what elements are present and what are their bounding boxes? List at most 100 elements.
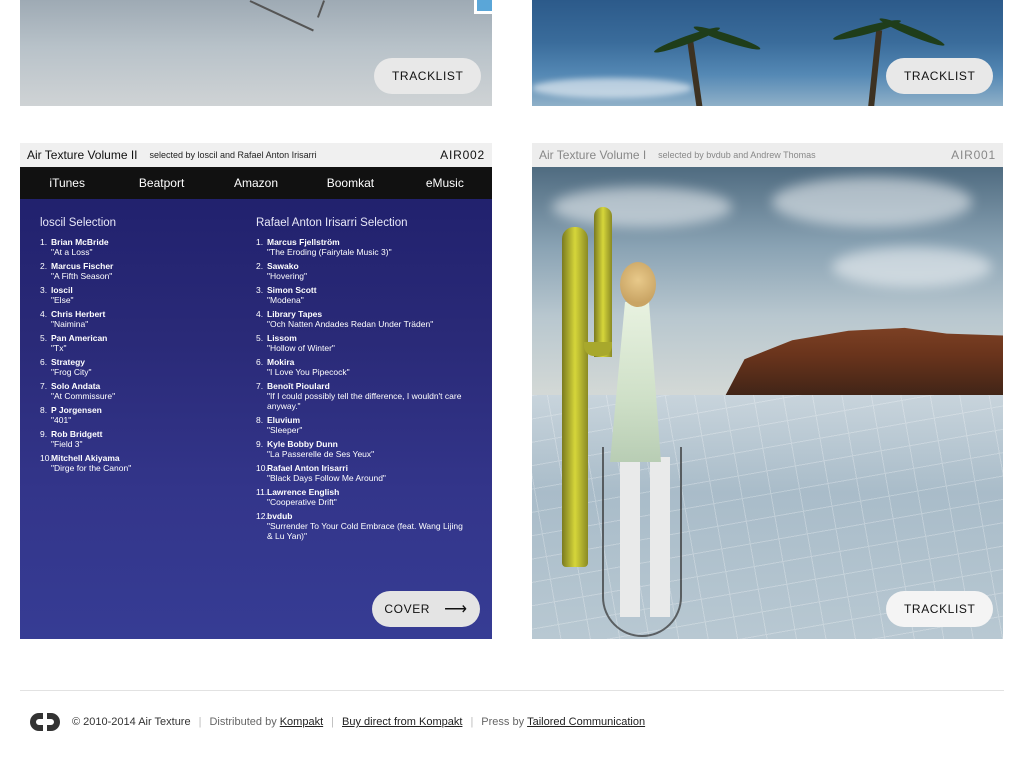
track-title: "Frog City" bbox=[51, 367, 92, 377]
track-item: 6. Mokira "I Love You Pipecock" bbox=[256, 357, 466, 377]
track-info: Lissom "Hollow of Winter" bbox=[267, 333, 335, 353]
air-texture-logo-icon[interactable] bbox=[28, 711, 62, 733]
track-artist: loscil bbox=[51, 285, 73, 295]
album-art-frame bbox=[474, 0, 492, 14]
track-number: 4. bbox=[40, 309, 48, 319]
track-item: 10. Mitchell Akiyama "Dirge for the Canon" bbox=[40, 453, 230, 473]
palm-trunk bbox=[687, 39, 703, 106]
buy-direct-link[interactable]: Buy direct from Kompakt bbox=[342, 716, 462, 728]
track-artist: Library Tapes bbox=[267, 309, 323, 319]
track-title: "If I could possibly tell the difference… bbox=[267, 391, 462, 411]
catalog-number: AIR002 bbox=[440, 148, 485, 162]
track-number: 8. bbox=[40, 405, 48, 415]
store-link-itunes[interactable]: iTunes bbox=[20, 176, 114, 190]
catalog-number: AIR001 bbox=[951, 148, 996, 162]
track-artist: Mokira bbox=[267, 357, 295, 367]
track-number: 9. bbox=[256, 439, 264, 449]
track-number: 2. bbox=[256, 261, 264, 271]
store-links-bar: iTunes Beatport Amazon Boomkat eMusic bbox=[20, 167, 492, 199]
cover-button[interactable]: COVER ⟶ bbox=[372, 591, 480, 627]
store-link-boomkat[interactable]: Boomkat bbox=[303, 176, 397, 190]
track-number: 12. bbox=[256, 511, 268, 521]
cover-button-label: COVER bbox=[384, 602, 431, 616]
track-item: 10. Rafael Anton Irisarri "Black Days Foll… bbox=[256, 463, 466, 483]
track-artist: Lissom bbox=[267, 333, 297, 343]
track-title: "Cooperative Drift" bbox=[267, 497, 337, 507]
track-item: 1. Marcus Fjellström "The Eroding (Fairyta… bbox=[256, 237, 466, 257]
track-artist: Rafael Anton Irisarri bbox=[267, 463, 348, 473]
track-item: 5. Pan American "Tx" bbox=[40, 333, 230, 353]
track-artist: Pan American bbox=[51, 333, 108, 343]
track-info: Mokira "I Love You Pipecock" bbox=[267, 357, 350, 377]
tracklist: 1. Marcus Fjellström "The Eroding (Fairyta… bbox=[256, 237, 466, 541]
track-title: "At a Loss" bbox=[51, 247, 93, 257]
album-curators: selected by bvdub and Andrew Thomas bbox=[658, 150, 816, 160]
kompakt-link[interactable]: Kompakt bbox=[280, 716, 323, 728]
track-number: 7. bbox=[40, 381, 48, 391]
store-link-amazon[interactable]: Amazon bbox=[209, 176, 303, 190]
track-number: 3. bbox=[256, 285, 264, 295]
tracklist-button[interactable]: TRACKLIST bbox=[886, 591, 994, 627]
art-cloud bbox=[552, 187, 732, 227]
album-title: Air Texture Volume II bbox=[27, 148, 138, 162]
track-number: 6. bbox=[40, 357, 48, 367]
tracklist-button[interactable]: TRACKLIST bbox=[374, 58, 482, 94]
album-card-top-right: TRACKLIST bbox=[532, 0, 1003, 106]
track-item: 4. Chris Herbert "Naimina" bbox=[40, 309, 230, 329]
track-title: "I Love You Pipecock" bbox=[267, 367, 350, 377]
track-number: 3. bbox=[40, 285, 48, 295]
track-artist: Solo Andata bbox=[51, 381, 101, 391]
track-number: 1. bbox=[256, 237, 264, 247]
art-cactus-arm-join bbox=[584, 342, 612, 356]
track-item: 3. loscil "Else" bbox=[40, 285, 230, 305]
footer: © 2010-2014 Air Texture | Distributed by… bbox=[28, 710, 645, 734]
track-title: "Field 3" bbox=[51, 439, 83, 449]
track-info: Library Tapes "Och Natten Andades Redan U… bbox=[267, 309, 433, 329]
track-info: Simon Scott "Modena" bbox=[267, 285, 317, 305]
press-link[interactable]: Tailored Communication bbox=[527, 716, 645, 728]
track-item: 2. Marcus Fischer "A Fifth Season" bbox=[40, 261, 230, 281]
track-number: 10. bbox=[40, 453, 52, 463]
track-artist: Eluvium bbox=[267, 415, 301, 425]
track-info: Benoît Pioulard "If I could possibly tell… bbox=[267, 381, 466, 411]
track-artist: Mitchell Akiyama bbox=[51, 453, 120, 463]
track-number: 11. bbox=[256, 487, 268, 497]
track-item: 7. Solo Andata "At Commissure" bbox=[40, 381, 230, 401]
track-item: 6. Strategy "Frog City" bbox=[40, 357, 230, 377]
track-artist: Strategy bbox=[51, 357, 86, 367]
track-title: "The Eroding (Fairytale Music 3)" bbox=[267, 247, 392, 257]
press-label: Press by bbox=[481, 716, 525, 728]
tracklist: 1. Brian McBride "At a Loss" 2. Marcus Fisch… bbox=[40, 237, 230, 473]
track-title: "At Commissure" bbox=[51, 391, 116, 401]
track-number: 5. bbox=[256, 333, 264, 343]
track-title: "Naimina" bbox=[51, 319, 89, 329]
track-title: "Tx" bbox=[51, 343, 67, 353]
track-title: "Modena" bbox=[267, 295, 304, 305]
track-item: 9. Rob Bridgett "Field 3" bbox=[40, 429, 230, 449]
track-number: 2. bbox=[40, 261, 48, 271]
track-item: 9. Kyle Bobby Dunn "La Passerelle de Ses Y… bbox=[256, 439, 466, 459]
track-item: 4. Library Tapes "Och Natten Andades Redan… bbox=[256, 309, 466, 329]
track-number: 6. bbox=[256, 357, 264, 367]
track-info: Marcus Fischer "A Fifth Season" bbox=[51, 261, 113, 281]
track-title: "Och Natten Andades Redan Under Träden" bbox=[267, 319, 434, 329]
copyright-text: © 2010-2014 Air Texture bbox=[72, 716, 191, 728]
track-item: 11. Lawrence English "Cooperative Drift" bbox=[256, 487, 466, 507]
track-info: Sawako "Hovering" bbox=[267, 261, 307, 281]
tracklist-button[interactable]: TRACKLIST bbox=[886, 58, 994, 94]
art-cactus-arm bbox=[594, 207, 612, 357]
footer-separator: | bbox=[331, 716, 334, 728]
track-artist: Simon Scott bbox=[267, 285, 317, 295]
palm-trunk bbox=[867, 29, 883, 106]
album-header: Air Texture Volume II selected by loscil… bbox=[20, 143, 492, 167]
store-link-beatport[interactable]: Beatport bbox=[114, 176, 208, 190]
track-number: 4. bbox=[256, 309, 264, 319]
distributed-label: Distributed by bbox=[209, 716, 277, 728]
tracklist-title: Rafael Anton Irisarri Selection bbox=[256, 217, 408, 229]
album-card-volume-2: Air Texture Volume II selected by loscil… bbox=[20, 143, 492, 639]
track-info: P Jorgensen "401" bbox=[51, 405, 102, 425]
store-link-emusic[interactable]: eMusic bbox=[398, 176, 492, 190]
art-jump-rope bbox=[602, 447, 682, 637]
track-info: Chris Herbert "Naimina" bbox=[51, 309, 105, 329]
track-item: 1. Brian McBride "At a Loss" bbox=[40, 237, 230, 257]
